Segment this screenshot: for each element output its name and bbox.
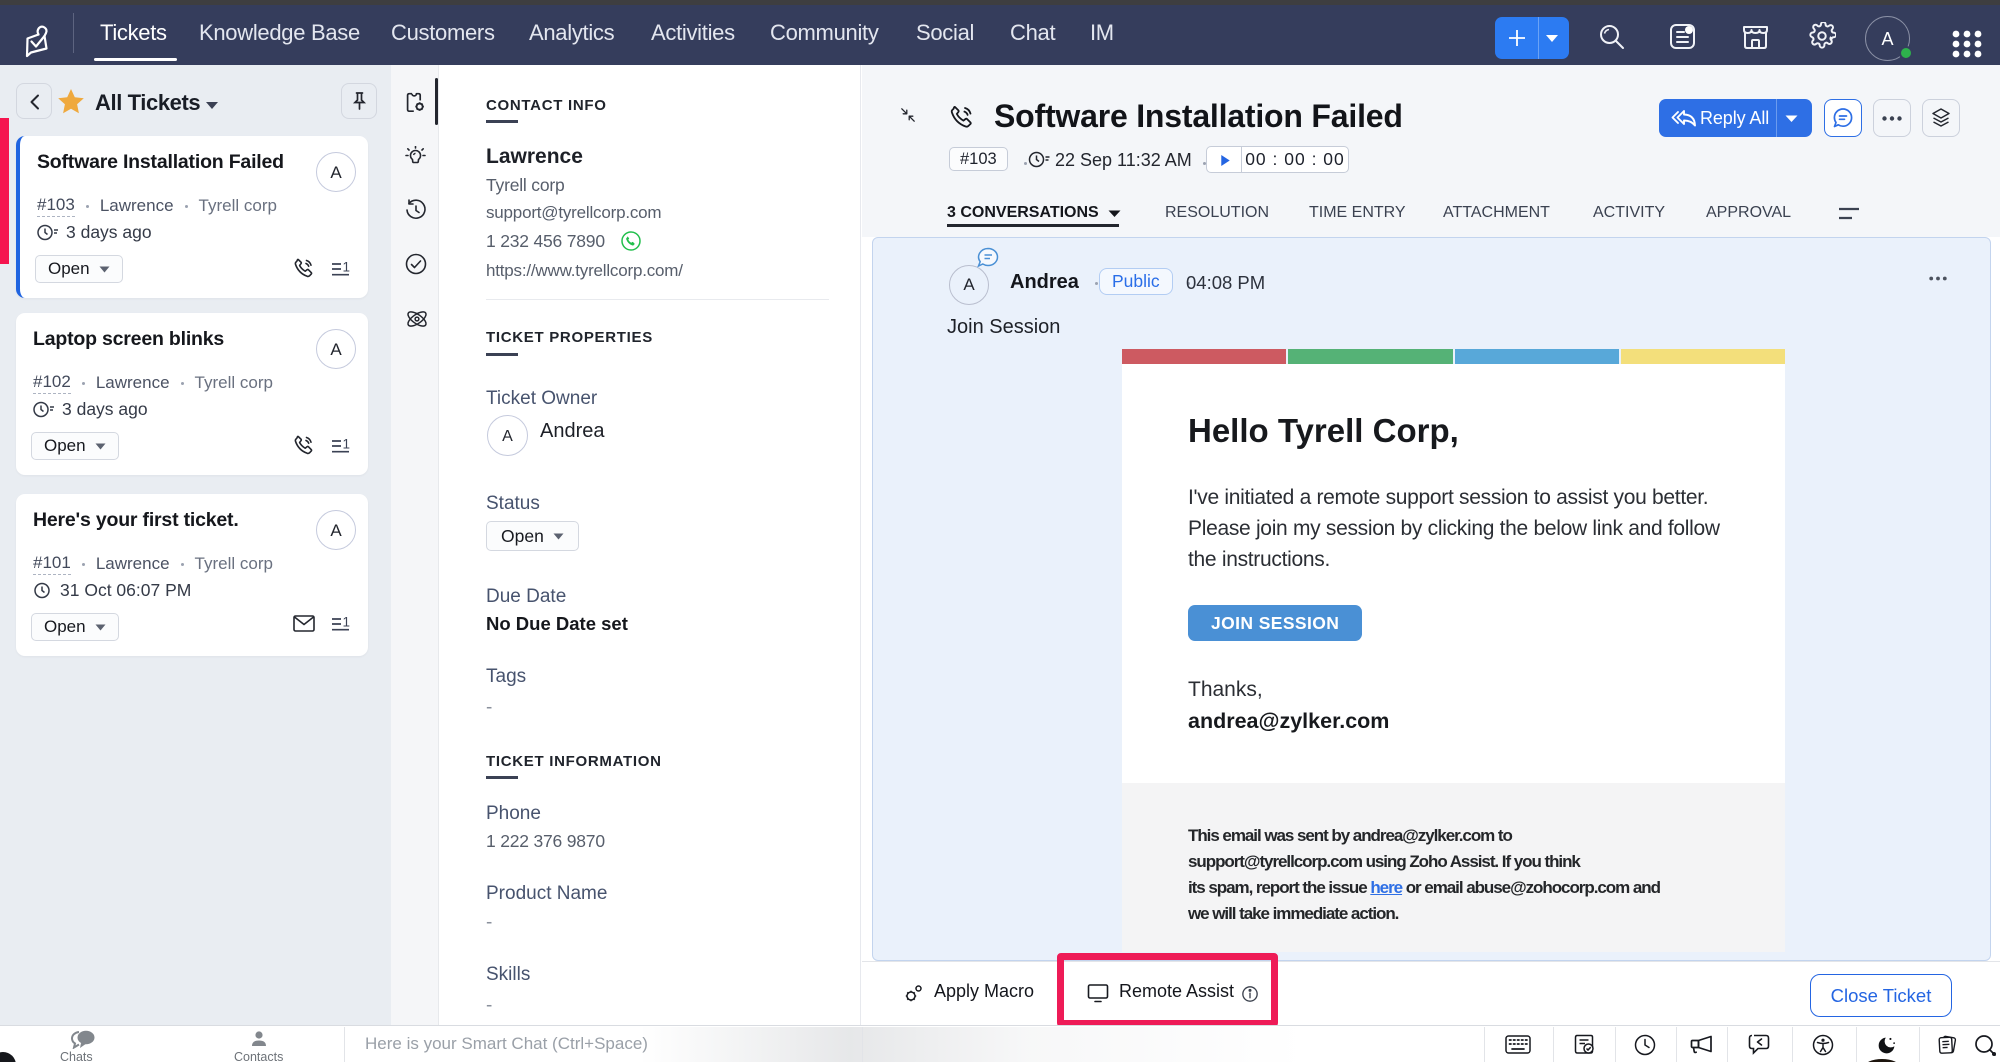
svg-text:1: 1: [343, 261, 351, 275]
svg-text:1: 1: [343, 438, 351, 452]
svg-text:1: 1: [343, 616, 351, 630]
